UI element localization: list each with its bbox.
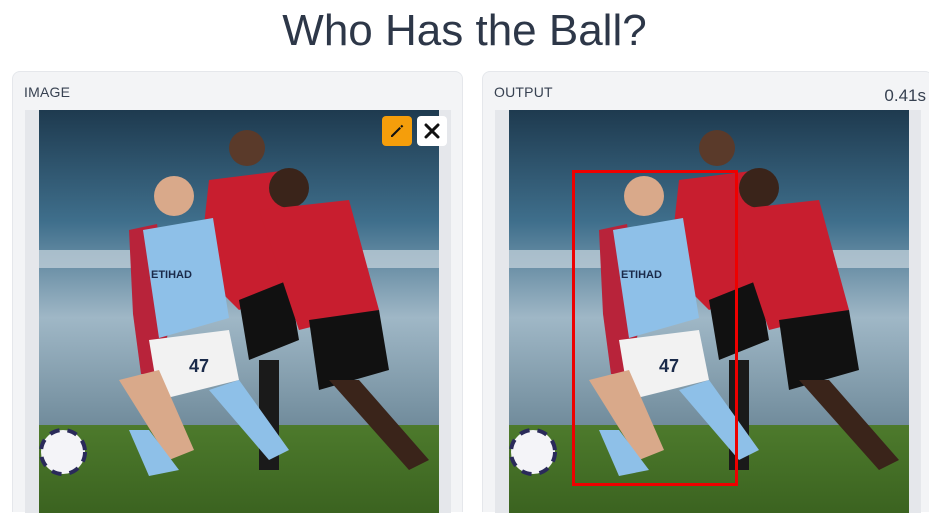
detection-bounding-box [572,170,738,486]
input-panel-label: IMAGE [24,84,71,100]
edit-button[interactable] [382,116,412,146]
output-image-panel: OUTPUT 0.41s 47 ETIHAD [482,71,929,513]
svg-text:47: 47 [189,356,209,376]
input-image-panel: IMAGE 47 ETIHAD [12,71,463,513]
output-photo[interactable]: 47 ETIHAD [509,110,909,513]
close-icon [424,123,440,139]
pencil-icon [391,124,404,137]
output-image-frame: 47 ETIHAD [495,110,921,513]
page-title: Who Has the Ball? [282,6,647,55]
output-panel-label: OUTPUT [494,84,553,100]
svg-text:ETIHAD: ETIHAD [151,269,192,281]
input-photo[interactable]: 47 ETIHAD [39,110,439,513]
football-photo-svg: 47 ETIHAD [39,110,439,513]
input-image-frame: 47 ETIHAD [25,110,451,513]
clear-image-button[interactable] [417,116,447,146]
inference-time: 0.41s [884,86,926,105]
